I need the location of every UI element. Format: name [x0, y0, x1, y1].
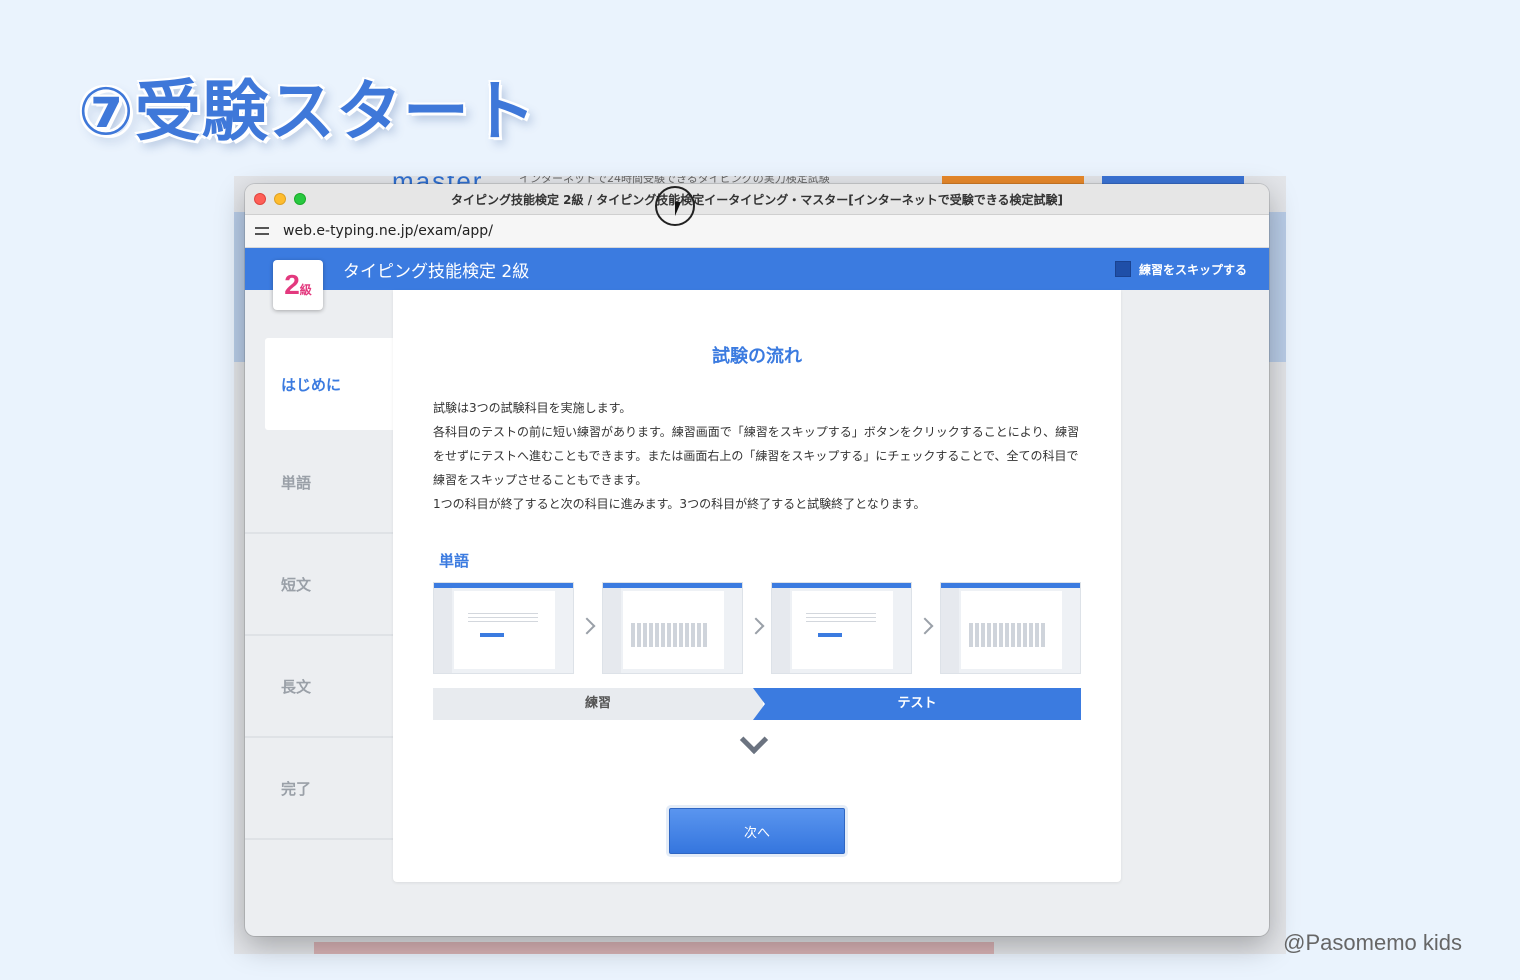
chevron-right-icon	[747, 617, 765, 635]
description-paragraph: 試験は3つの試験科目を実施します。	[433, 401, 632, 415]
window-title: タイピング技能検定 2級 / タイピング技能検定イータイピング・マスター[インタ…	[451, 193, 1063, 207]
step-long-text: 長文	[245, 636, 393, 738]
card-description: 試験は3つの試験科目を実施します。 各科目のテストの前に短い練習があります。練習…	[433, 396, 1081, 516]
background-footer-bar	[314, 942, 994, 954]
thumbnail-practice-typing	[602, 582, 743, 674]
address-bar[interactable]: web.e-typing.ne.jp/exam/app/	[245, 215, 1269, 248]
thumbnail-test-start	[771, 582, 912, 674]
description-paragraph: 1つの科目が終了すると次の科目に進みます。3つの科目が終了すると試験終了となりま…	[433, 497, 926, 511]
chevron-right-icon	[916, 617, 934, 635]
next-button[interactable]: 次へ	[669, 808, 845, 854]
url-text[interactable]: web.e-typing.ne.jp/exam/app/	[283, 223, 493, 239]
step-label: 短文	[281, 576, 312, 594]
step-label: 完了	[281, 780, 312, 798]
thumbnail-practice-start	[433, 582, 574, 674]
step-complete: 完了	[245, 738, 393, 840]
flow-thumbnails	[433, 582, 1081, 674]
description-paragraph: 各科目のテストの前に短い練習があります。練習画面で「練習をスキップする」ボタンを…	[433, 425, 1080, 487]
skip-practice-checkbox[interactable]	[1115, 261, 1131, 277]
grade-number: 2	[284, 269, 300, 300]
chevron-down-icon	[739, 725, 769, 755]
step-short-text: 短文	[245, 534, 393, 636]
step-label: はじめに	[281, 376, 342, 394]
browser-window: タイピング技能検定 2級 / タイピング技能検定イータイピング・マスター[インタ…	[245, 184, 1269, 936]
mouse-cursor-icon	[675, 202, 681, 216]
grade-suffix: 級	[299, 283, 312, 297]
step-label: 単語	[281, 474, 312, 492]
skip-practice-label[interactable]: 練習をスキップする	[1139, 261, 1247, 278]
card-heading: 試験の流れ	[712, 346, 802, 367]
thumbnail-test-typing	[940, 582, 1081, 674]
chevron-right-icon	[578, 617, 596, 635]
slide-title: ⑦受験スタート	[78, 73, 537, 150]
phase-practice: 練習	[433, 688, 763, 720]
settings-sliders-icon[interactable]	[255, 224, 269, 238]
credit-text: @Pasomemo kids	[1283, 930, 1462, 955]
window-titlebar[interactable]: タイピング技能検定 2級 / タイピング技能検定イータイピング・マスター[インタ…	[245, 184, 1269, 226]
grade-badge: 2級	[273, 260, 323, 310]
exam-flow-card: 試験の流れ 試験は3つの試験科目を実施します。 各科目のテストの前に短い練習があ…	[393, 290, 1121, 882]
step-sidebar: はじめに 単語 短文 長文 完了	[245, 332, 393, 840]
app-header: 2級 タイピング技能検定 2級 練習をスキップする	[245, 248, 1269, 310]
step-intro: はじめに	[265, 338, 393, 430]
step-words: 単語	[245, 432, 393, 534]
step-label: 長文	[281, 678, 312, 696]
phase-bar: 練習 テスト	[433, 688, 1081, 720]
phase-test: テスト	[753, 688, 1081, 720]
app-title: タイピング技能検定 2級	[343, 262, 530, 282]
section-label-words: 単語	[439, 552, 470, 570]
